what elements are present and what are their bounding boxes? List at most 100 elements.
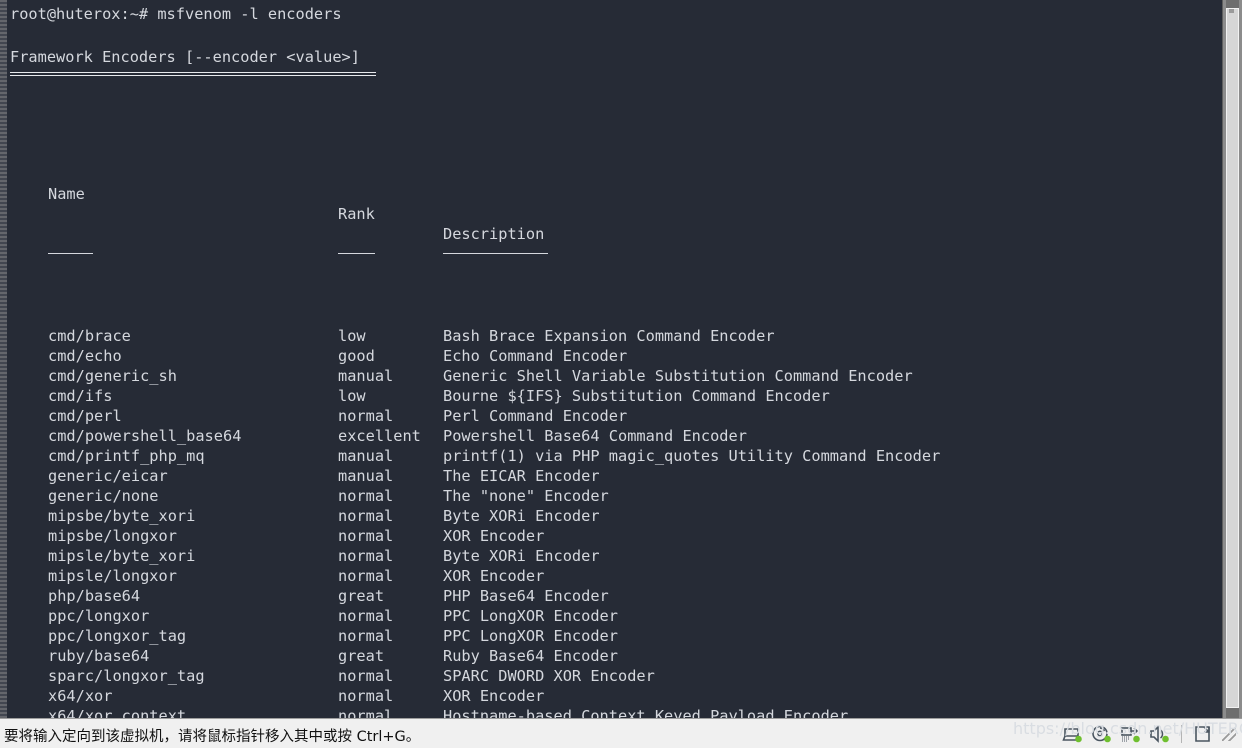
encoder-name: cmd/ifs bbox=[48, 387, 113, 405]
encoder-name: cmd/brace bbox=[48, 327, 131, 345]
encoders-table-body: cmd/brace low Bash Brace Expansion Command… bbox=[0, 326, 1223, 718]
encoder-name: cmd/generic_sh bbox=[48, 367, 177, 385]
encoder-description: Byte XORi Encoder bbox=[443, 507, 600, 525]
encoder-description: Bourne ${IFS} Substitution Command Encod… bbox=[443, 387, 830, 405]
encoder-description: PHP Base64 Encoder bbox=[443, 587, 609, 605]
encoder-description: Perl Command Encoder bbox=[443, 407, 628, 425]
table-row: generic/none normal The "none" Encoder bbox=[0, 486, 1223, 506]
table-row: mipsle/longxor normal XOR Encoder bbox=[0, 566, 1223, 586]
resize-grip[interactable] bbox=[1222, 727, 1236, 741]
encoder-name: mipsbe/longxor bbox=[48, 527, 177, 545]
encoder-name: cmd/echo bbox=[48, 347, 122, 365]
encoder-rank: normal bbox=[338, 487, 394, 505]
encoder-name: ppc/longxor_tag bbox=[48, 627, 187, 645]
encoder-rank: normal bbox=[338, 407, 394, 425]
encoder-description: printf(1) via PHP magic_quotes Utility C… bbox=[443, 447, 941, 465]
table-row: php/base64 great PHP Base64 Encoder bbox=[0, 586, 1223, 606]
underline-rank bbox=[338, 253, 375, 254]
table-row: cmd/perl normal Perl Command Encoder bbox=[0, 406, 1223, 426]
table-row: x64/xor_context normal Hostname-based Cont… bbox=[0, 706, 1223, 718]
encoder-rank: great bbox=[338, 647, 385, 665]
encoder-name: mipsle/longxor bbox=[48, 567, 177, 585]
encoder-description: Bash Brace Expansion Command Encoder bbox=[443, 327, 775, 345]
encoder-rank: normal bbox=[338, 687, 394, 705]
encoder-description: Echo Command Encoder bbox=[443, 347, 628, 365]
encoder-description: Powershell Base64 Command Encoder bbox=[443, 427, 747, 445]
encoder-description: XOR Encoder bbox=[443, 527, 545, 545]
encoder-name: cmd/printf_php_mq bbox=[48, 447, 205, 465]
table-row: cmd/ifs low Bourne ${IFS} Substitution Com… bbox=[0, 386, 1223, 406]
sound-icon[interactable] bbox=[1149, 724, 1171, 744]
encoder-description: Hostname-based Context Keyed Payload Enc… bbox=[443, 707, 849, 718]
encoder-rank: manual bbox=[338, 367, 394, 385]
encoder-name: cmd/powershell_base64 bbox=[48, 427, 242, 445]
table-row: mipsbe/byte_xori normal Byte XORi Encoder bbox=[0, 506, 1223, 526]
encoder-description: Ruby Base64 Encoder bbox=[443, 647, 618, 665]
encoder-rank: excellent bbox=[338, 427, 421, 445]
encoder-rank: good bbox=[338, 347, 375, 365]
encoder-rank: normal bbox=[338, 567, 394, 585]
encoder-rank: normal bbox=[338, 507, 394, 525]
encoder-description: The EICAR Encoder bbox=[443, 467, 600, 485]
encoder-rank: great bbox=[338, 587, 385, 605]
table-row: cmd/printf_php_mq manual printf(1) via PHP… bbox=[0, 446, 1223, 466]
table-row: ppc/longxor_tag normal PPC LongXOR Encoder bbox=[0, 626, 1223, 646]
network-icon[interactable] bbox=[1120, 724, 1142, 744]
underline-description bbox=[443, 253, 548, 254]
cd-dvd-icon[interactable] bbox=[1091, 724, 1113, 744]
title-separator-rule bbox=[10, 72, 376, 76]
encoder-description: XOR Encoder bbox=[443, 687, 545, 705]
encoder-name: php/base64 bbox=[48, 587, 141, 605]
encoder-name: mipsle/byte_xori bbox=[48, 547, 196, 565]
encoder-rank: low bbox=[338, 327, 366, 345]
encoder-description: Byte XORi Encoder bbox=[443, 547, 600, 565]
encoder-rank: normal bbox=[338, 667, 394, 685]
encoder-description: XOR Encoder bbox=[443, 567, 545, 585]
table-row: sparc/longxor_tag normal SPARC DWORD XOR E… bbox=[0, 666, 1223, 686]
encoder-name: generic/none bbox=[48, 487, 159, 505]
encoder-rank: normal bbox=[338, 547, 394, 565]
tray-separator bbox=[1181, 725, 1182, 743]
encoder-description: SPARC DWORD XOR Encoder bbox=[443, 667, 655, 685]
table-row: ppc/longxor normal PPC LongXOR Encoder bbox=[0, 606, 1223, 626]
table-row: cmd/brace low Bash Brace Expansion Command… bbox=[0, 326, 1223, 346]
table-row: x64/xor normal XOR Encoder bbox=[0, 686, 1223, 706]
underline-name bbox=[48, 253, 93, 254]
table-row: cmd/generic_sh manual Generic Shell Variab… bbox=[0, 366, 1223, 386]
encoder-rank: normal bbox=[338, 707, 394, 718]
table-row: ruby/base64 great Ruby Base64 Encoder bbox=[0, 646, 1223, 666]
detach-view-icon[interactable] bbox=[1192, 724, 1214, 744]
table-row: mipsbe/longxor normal XOR Encoder bbox=[0, 526, 1223, 546]
vm-terminal-screen[interactable]: root@huterox:~# msfvenom -l encoders Fra… bbox=[0, 0, 1242, 718]
encoder-rank: normal bbox=[338, 607, 394, 625]
encoder-name: sparc/longxor_tag bbox=[48, 667, 205, 685]
vm-device-tray[interactable] bbox=[1062, 719, 1236, 749]
encoder-rank: manual bbox=[338, 447, 394, 465]
table-row: cmd/echo good Echo Command Encoder bbox=[0, 346, 1223, 366]
table-row: cmd/powershell_base64 excellent Powershell… bbox=[0, 426, 1223, 446]
encoder-description: Generic Shell Variable Substitution Comm… bbox=[443, 367, 913, 385]
encoder-description: PPC LongXOR Encoder bbox=[443, 607, 618, 625]
encoder-name: ppc/longxor bbox=[48, 607, 150, 625]
column-header-description: Description bbox=[443, 225, 545, 243]
encoder-name: mipsbe/byte_xori bbox=[48, 507, 196, 525]
framework-encoders-title: Framework Encoders [--encoder <value>] bbox=[10, 48, 360, 66]
terminal-scrollbar[interactable] bbox=[1222, 0, 1242, 718]
column-header-rank: Rank bbox=[338, 205, 375, 223]
terminal-scrollbar-thumb[interactable] bbox=[1226, 8, 1239, 708]
encoder-name: ruby/base64 bbox=[48, 647, 150, 665]
encoder-rank: normal bbox=[338, 627, 394, 645]
encoder-rank: manual bbox=[338, 467, 394, 485]
table-header-row: Name Rank Description bbox=[0, 164, 1223, 243]
table-row: mipsle/byte_xori normal Byte XORi Encoder bbox=[0, 546, 1223, 566]
encoder-description: PPC LongXOR Encoder bbox=[443, 627, 618, 645]
encoder-name: generic/eicar bbox=[48, 467, 168, 485]
encoder-rank: normal bbox=[338, 527, 394, 545]
hard-disk-icon[interactable] bbox=[1062, 724, 1084, 744]
column-header-name: Name bbox=[48, 185, 85, 203]
encoder-name: x64/xor_context bbox=[48, 707, 187, 718]
status-bar-message: 要将输入定向到该虚拟机，请将鼠标指针移入其中或按 Ctrl+G。 bbox=[4, 729, 421, 745]
terminal-output[interactable]: root@huterox:~# msfvenom -l encoders Fra… bbox=[0, 0, 1223, 718]
table-header-underline-row bbox=[0, 244, 1223, 266]
shell-prompt-line: root@huterox:~# msfvenom -l encoders bbox=[10, 5, 342, 23]
